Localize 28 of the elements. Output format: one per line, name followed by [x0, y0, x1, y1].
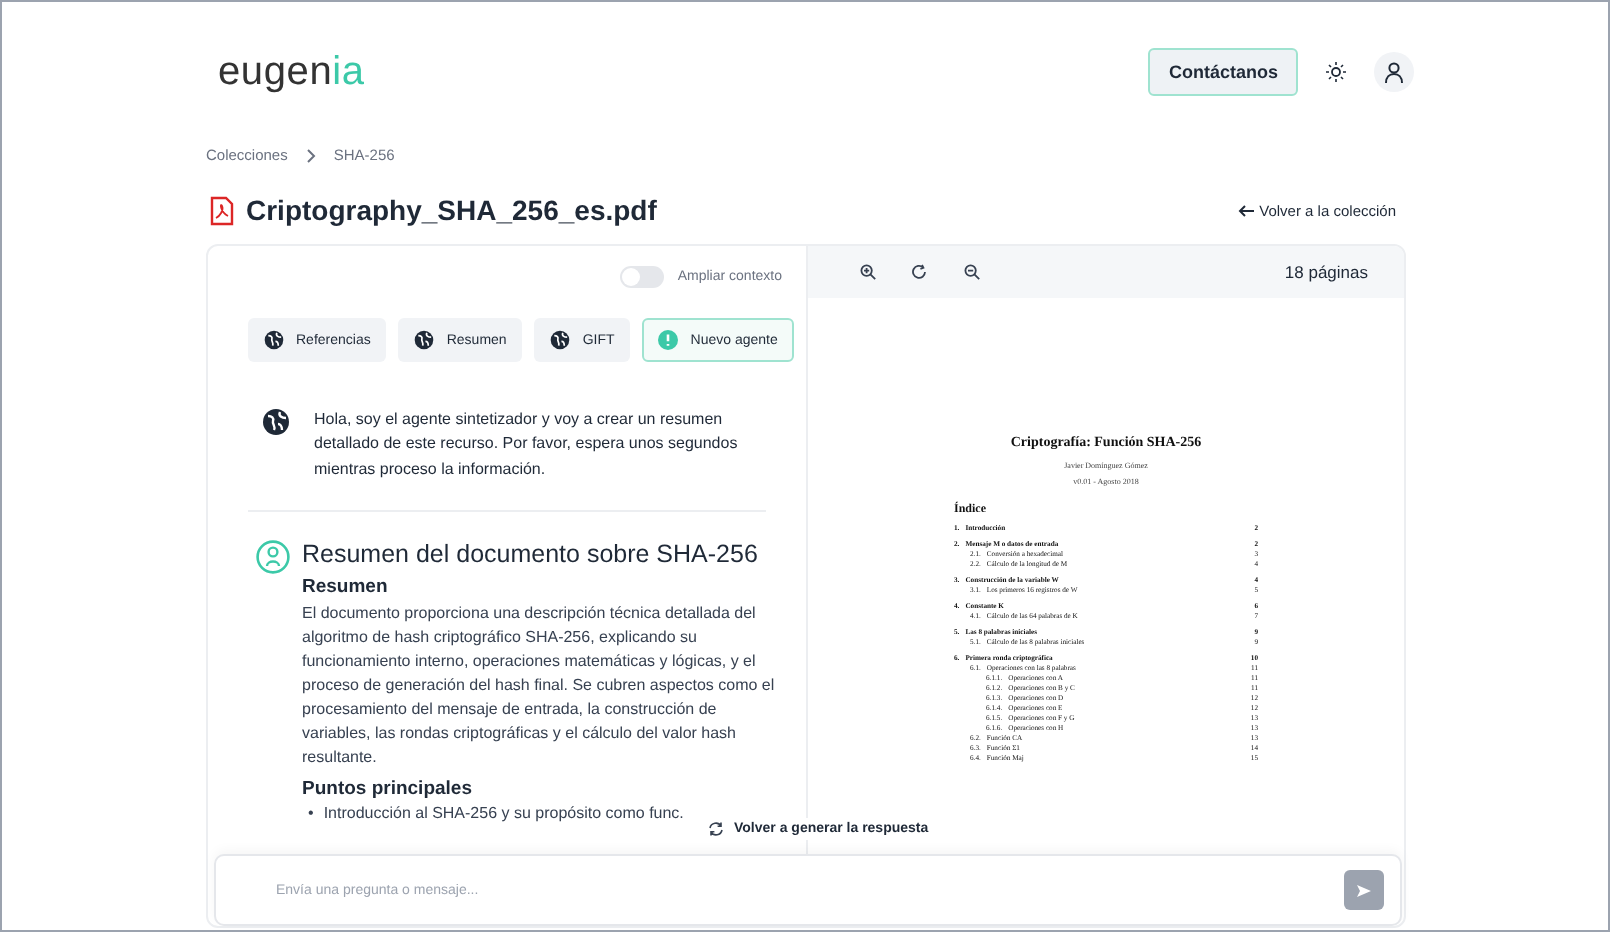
exclamation-icon [658, 330, 679, 350]
user-avatar[interactable] [1374, 52, 1414, 92]
bullet-marker: • [308, 804, 314, 823]
zoom-in-icon[interactable] [860, 264, 876, 280]
bullet-item: Introducción al SHA-256 y su propósito como func. [323, 804, 684, 823]
send-icon [1356, 883, 1372, 897]
globe-icon [550, 330, 571, 350]
zoom-out-icon[interactable] [964, 264, 980, 280]
rotate-icon[interactable] [912, 264, 928, 280]
refresh-icon [708, 822, 724, 836]
globe-icon [264, 330, 284, 350]
globe-icon [414, 330, 435, 350]
document-title: Criptography_SHA_256_es.pdf [246, 194, 657, 226]
contact-button[interactable]: Contáctanos [1148, 48, 1298, 96]
globe-icon [262, 408, 290, 436]
section-heading: Resumen [302, 576, 388, 599]
section-heading: Puntos principales [302, 778, 472, 801]
pdf-file-icon [210, 195, 234, 225]
summary-title: Resumen del documento sobre SHA-256 [302, 540, 760, 569]
sun-icon[interactable] [1326, 62, 1346, 82]
context-switch[interactable] [619, 266, 664, 288]
agent-message: Hola, soy el agente sintetizador y voy a crear un resumen detallado de este recurso. Por favor, espera unos segundos mientras proceso la información. [314, 408, 740, 482]
logo[interactable]: eugenia [218, 49, 365, 95]
agent-avatar-icon [256, 540, 290, 575]
chevron-icon [305, 147, 316, 163]
arrow-left-icon [1237, 203, 1254, 217]
summary-paragraph: El documento proporciona una descripción técnica detallada del algoritmo de hash criptográfico SHA-256, explicando su funcionamiento interno, operaciones matemáticas y lógicas, y el proceso de generación del hash final. Se cubren aspectos como el procesamiento del mensaje de entrada, la construcción de variables, las rondas criptográficas y el cálculo del valor hash resultante. [302, 602, 777, 771]
page-count: 18 páginas [1284, 262, 1368, 282]
